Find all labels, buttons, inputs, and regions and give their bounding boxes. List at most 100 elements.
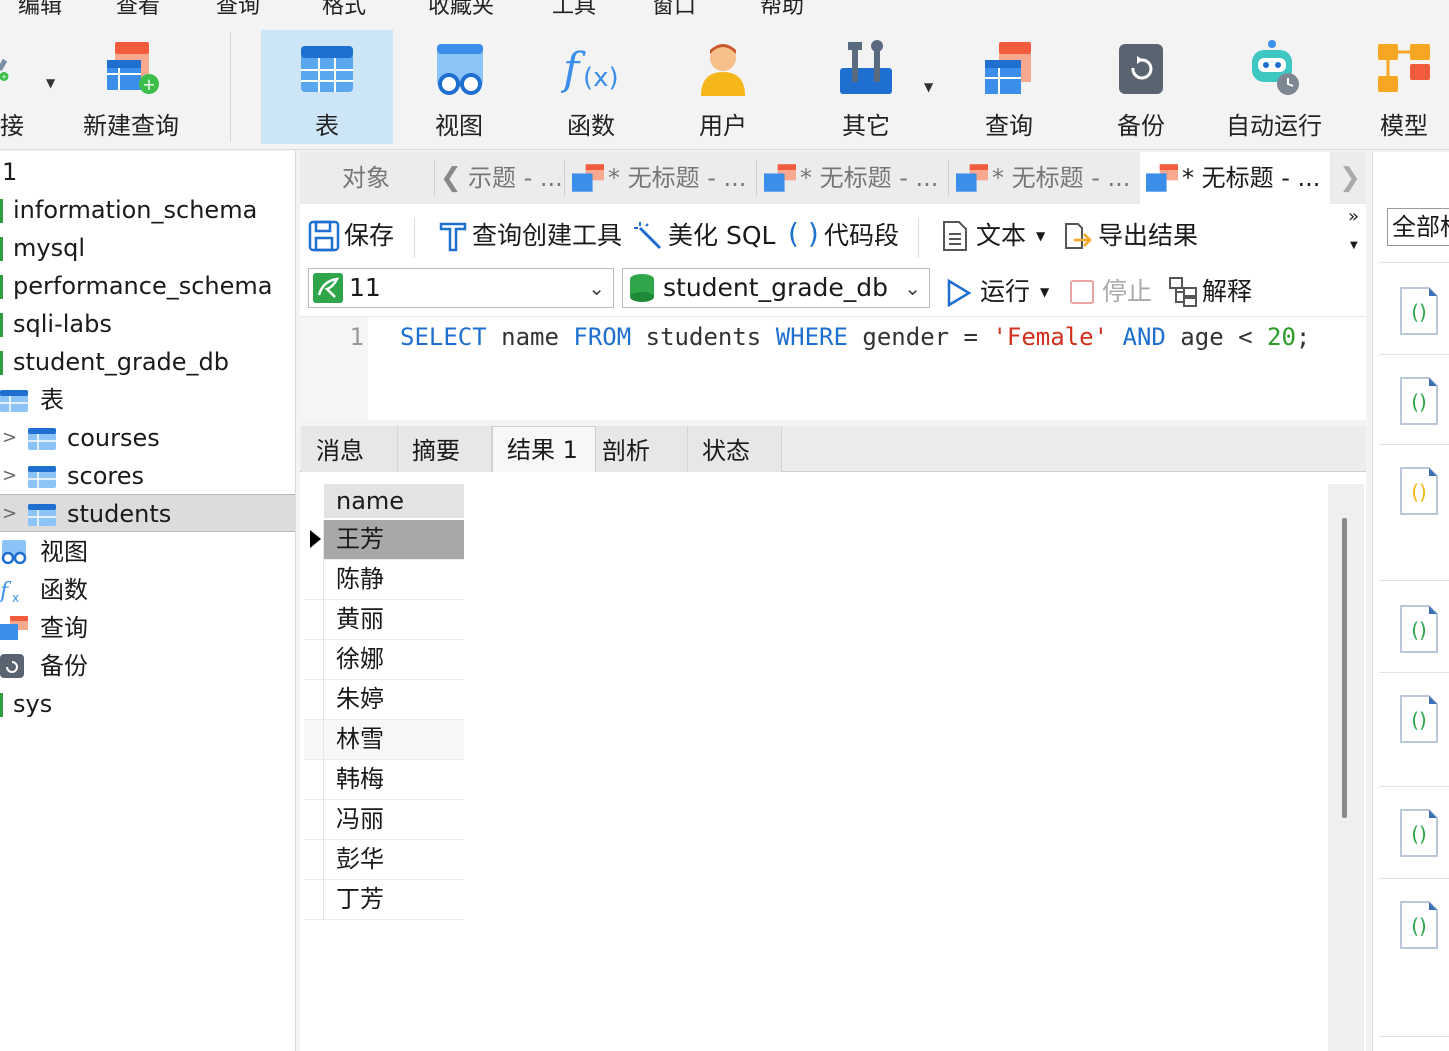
cell-name[interactable]: 黄丽 (336, 600, 384, 638)
snippet-icon[interactable]: () (1399, 376, 1439, 426)
other-button[interactable]: 其它 (806, 30, 926, 144)
table-row[interactable]: 陈静 (304, 560, 464, 600)
snippet-icon[interactable]: () (1399, 808, 1439, 858)
row-indicator[interactable] (304, 520, 324, 560)
automation-button[interactable]: 自动运行 (1212, 30, 1336, 144)
tree-db-performance-schema[interactable]: performance_schema (0, 267, 295, 305)
tree-queries-folder[interactable]: 查询 (0, 609, 295, 647)
cell-name[interactable]: 韩梅 (336, 760, 384, 798)
more-tools-icon[interactable]: » (1348, 206, 1359, 227)
vertical-scrollbar[interactable] (1328, 484, 1364, 1051)
row-indicator[interactable] (304, 640, 324, 680)
scrollbar-thumb[interactable] (1342, 518, 1347, 818)
table-button[interactable]: 表 (261, 30, 393, 144)
menu-edit[interactable]: 编辑 (18, 0, 62, 20)
tab-profile[interactable]: 剖析 (596, 426, 688, 472)
menu-tools[interactable]: 工具 (552, 0, 596, 20)
tree-db-information-schema[interactable]: information_schema (0, 191, 295, 229)
table-row[interactable]: 林雪 (304, 720, 464, 760)
row-indicator[interactable] (304, 720, 324, 760)
table-row[interactable]: 徐娜 (304, 640, 464, 680)
menu-favorites[interactable]: 收藏夹 (428, 0, 494, 20)
chevron-right-icon[interactable]: > (2, 457, 17, 495)
connection-select[interactable]: 11 ⌄ (308, 268, 614, 308)
cell-name[interactable]: 冯丽 (336, 800, 384, 838)
tree-table-students[interactable]: > students (0, 494, 295, 533)
chevron-right-icon[interactable]: > (2, 419, 17, 457)
text-button[interactable]: 文本 ▼ (942, 216, 1048, 256)
menu-query[interactable]: 查询 (216, 0, 260, 20)
menu-format[interactable]: 格式 (322, 0, 366, 20)
row-indicator[interactable] (304, 680, 324, 720)
menu-window[interactable]: 窗口 (652, 0, 696, 20)
result-grid[interactable]: name 王芳 陈静 黄丽 徐娜 朱婷 林雪 韩梅 冯丽 彭华 丁芳 (300, 472, 1366, 1051)
tree-tables-folder[interactable]: 表 (0, 381, 295, 419)
tab-query-partial[interactable]: ❮ 示题 - ... (438, 152, 562, 204)
sql-editor[interactable]: 1 SELECT name FROM students WHERE gender… (300, 316, 1366, 421)
run-button[interactable]: 运行 ▼ (944, 272, 1054, 312)
table-row[interactable]: 黄丽 (304, 600, 464, 640)
new-query-button[interactable]: + 新建查询 (70, 30, 192, 144)
row-indicator[interactable] (304, 760, 324, 800)
tree-table-courses[interactable]: > courses (0, 419, 295, 457)
column-header-name[interactable]: name (324, 484, 464, 518)
tree-db-sys[interactable]: sys (0, 685, 295, 723)
tab-result-1[interactable]: 结果 1 (492, 426, 596, 473)
connection-dropdown-icon[interactable]: ▼ (46, 76, 55, 90)
backup-button[interactable]: 备份 (1082, 30, 1200, 144)
row-indicator[interactable] (304, 880, 324, 920)
cell-name[interactable]: 王芳 (336, 520, 384, 558)
other-dropdown-icon[interactable]: ▼ (924, 80, 933, 94)
row-indicator[interactable] (304, 840, 324, 880)
chevron-left-icon[interactable]: ❮ (440, 152, 462, 204)
row-indicator[interactable] (304, 800, 324, 840)
table-row[interactable]: 丁芳 (304, 880, 464, 920)
view-button[interactable]: 视图 (398, 30, 520, 144)
query-button[interactable]: 查询 (950, 30, 1068, 144)
chevron-right-icon[interactable]: > (2, 495, 17, 533)
tab-scroll-right[interactable]: ❯ (1334, 152, 1366, 204)
function-button[interactable]: f (x) 函数 (530, 30, 652, 144)
user-button[interactable]: 用户 (662, 30, 784, 144)
snippet-icon[interactable]: () (1399, 694, 1439, 744)
tab-messages[interactable]: 消息 (302, 426, 398, 472)
snippet-icon[interactable]: () (1399, 900, 1439, 950)
tab-status[interactable]: 状态 (688, 426, 782, 472)
table-row[interactable]: 彭华 (304, 840, 464, 880)
tree-backups-folder[interactable]: 备份 (0, 647, 295, 685)
snippet-icon[interactable]: () (1399, 286, 1439, 336)
model-button[interactable]: 模型 (1356, 30, 1449, 144)
tab-untitled-2[interactable]: * 无标题 - ... (760, 152, 946, 204)
tab-summary[interactable]: 摘要 (398, 426, 492, 472)
cell-name[interactable]: 徐娜 (336, 640, 384, 678)
cell-name[interactable]: 彭华 (336, 840, 384, 878)
tab-untitled-current[interactable]: * 无标题 - ... (1140, 152, 1330, 204)
snippet-filter-select[interactable]: 全部标签 (1387, 208, 1449, 246)
table-row[interactable]: 王芳 (304, 520, 464, 560)
tab-untitled-1[interactable]: * 无标题 - ... (568, 152, 754, 204)
tree-functions-folder[interactable]: f x 函数 (0, 571, 295, 609)
snippet-icon[interactable]: () (1399, 466, 1439, 516)
chevron-down-icon[interactable]: ▼ (1350, 240, 1358, 251)
menu-view[interactable]: 查看 (116, 0, 160, 20)
tab-objects[interactable]: 对象 (300, 152, 432, 204)
tree-db-mysql[interactable]: mysql (0, 229, 295, 267)
table-row[interactable]: 朱婷 (304, 680, 464, 720)
sql-code-line[interactable]: SELECT name FROM students WHERE gender =… (400, 323, 1310, 351)
cell-name[interactable]: 朱婷 (336, 680, 384, 718)
tree-connection[interactable]: 1 (0, 153, 295, 191)
connection-button[interactable]: + 接 (0, 30, 40, 144)
cell-name[interactable]: 林雪 (336, 720, 384, 758)
table-row[interactable]: 韩梅 (304, 760, 464, 800)
table-row[interactable]: 冯丽 (304, 800, 464, 840)
tree-db-sqli-labs[interactable]: sqli-labs (0, 305, 295, 343)
snippet-icon[interactable]: () (1399, 604, 1439, 654)
tab-untitled-3[interactable]: * 无标题 - ... (952, 152, 1138, 204)
row-indicator[interactable] (304, 560, 324, 600)
cell-name[interactable]: 陈静 (336, 560, 384, 598)
tree-table-scores[interactable]: > scores (0, 457, 295, 495)
menu-help[interactable]: 帮助 (760, 0, 804, 20)
row-indicator[interactable] (304, 600, 324, 640)
database-select[interactable]: student_grade_db ⌄ (622, 268, 930, 308)
tree-views-folder[interactable]: 视图 (0, 533, 295, 571)
